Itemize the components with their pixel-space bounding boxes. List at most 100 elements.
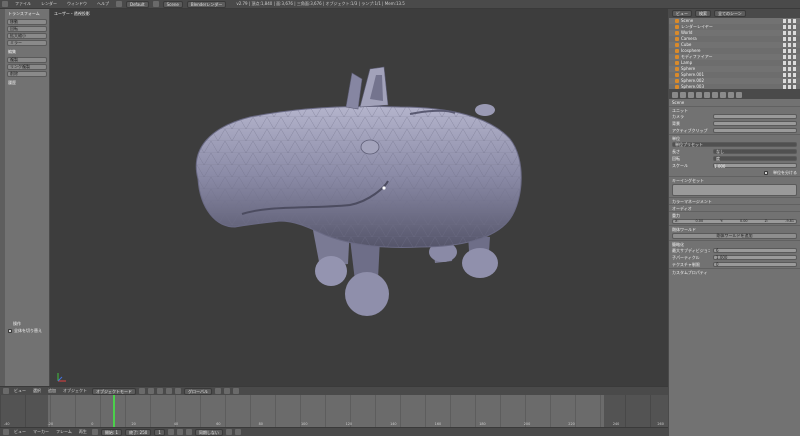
menu-add[interactable]: 追加 (46, 388, 58, 394)
simplify-section[interactable]: 簡略化 (669, 240, 800, 247)
color-management-section[interactable]: カラーマネージメント (669, 197, 800, 204)
visibility-toggles-icon[interactable] (783, 61, 797, 65)
visibility-toggles-icon[interactable] (783, 37, 797, 41)
jump-start-icon[interactable] (167, 429, 174, 435)
modifier-tab-icon[interactable] (712, 91, 718, 98)
translate-button[interactable]: 移動 (7, 19, 47, 25)
mirror-button[interactable]: ミラー (7, 40, 47, 46)
translate-gizmo-icon[interactable] (166, 388, 172, 394)
toggle-all-option[interactable]: 全体を切り替え (5, 328, 50, 334)
object-tab-icon[interactable] (704, 91, 710, 98)
separate-units-row[interactable]: 単位を分ける (669, 169, 800, 176)
jump-end-icon[interactable] (185, 429, 192, 435)
texture-tab-icon[interactable] (728, 91, 734, 98)
render-icon[interactable] (232, 388, 239, 394)
3d-viewport[interactable]: ユーザー・透視投影 (50, 9, 668, 386)
menu-view[interactable]: ビュー (12, 388, 28, 394)
panel-edit-heading[interactable]: 編集 (0, 47, 49, 56)
manipulator-icon[interactable] (157, 388, 163, 394)
operator-panel-heading[interactable]: 操作 (5, 319, 50, 328)
visibility-toggles-icon[interactable] (783, 67, 797, 71)
panel-transform-heading[interactable]: トランスフォーム (0, 9, 49, 18)
unit-preset-select[interactable]: 単位プリセット (672, 142, 797, 147)
outliner-menu-view[interactable]: ビュー (672, 10, 692, 17)
outliner-menu-search[interactable]: 検索 (695, 10, 711, 17)
world-tab-icon[interactable] (696, 91, 702, 98)
visibility-toggles-icon[interactable] (783, 73, 797, 77)
menu-window[interactable]: ウィンドウ (64, 1, 90, 7)
interaction-mode-select[interactable]: オブジェクトモード (92, 387, 136, 395)
rigid-world-section[interactable]: 剛体ワールド (669, 225, 800, 232)
layer-icon[interactable] (214, 388, 221, 394)
scene-tab-icon[interactable] (688, 91, 694, 98)
blender-logo-icon[interactable] (2, 1, 8, 7)
rotate-button[interactable]: 回転 (7, 26, 47, 32)
preview-range-icon[interactable] (91, 429, 98, 435)
units-section[interactable]: ユニット (669, 106, 800, 113)
timeline-menu-frame[interactable]: フレーム (54, 429, 74, 435)
shading-icon[interactable] (139, 388, 145, 394)
visibility-toggles-icon[interactable] (783, 19, 797, 23)
timeline-menu-playback[interactable]: 再生 (77, 429, 89, 435)
play-icon[interactable] (176, 429, 183, 435)
texture-limit-field[interactable]: 0 (713, 262, 797, 267)
units2-section[interactable]: 単位 (669, 134, 800, 141)
scale-field[interactable]: 1.000 (713, 163, 797, 169)
rotate-gizmo-icon[interactable] (175, 388, 181, 394)
menu-help[interactable]: ヘルプ (94, 1, 112, 7)
delete-button[interactable]: 削除 (7, 71, 47, 77)
menu-file[interactable]: ファイル (12, 1, 34, 7)
timeline-menu-view[interactable]: ビュー (12, 429, 28, 435)
audio-section[interactable]: オーディオ (669, 204, 800, 211)
3d-cursor[interactable] (382, 186, 386, 190)
duplicate-button[interactable]: 複製 (7, 57, 47, 63)
add-rigid-world-button[interactable]: 剛体ワールドを追加 (672, 233, 797, 239)
visibility-toggles-icon[interactable] (783, 25, 797, 29)
end-frame-field[interactable]: 終了: 250 (125, 428, 152, 436)
menu-render[interactable]: レンダー (38, 1, 60, 7)
keying-set-section[interactable]: キーイングセット (669, 176, 800, 183)
scale-button[interactable]: 拡大縮小 (7, 33, 47, 39)
length-select[interactable]: なし (713, 149, 797, 154)
keying-set-icon[interactable] (234, 429, 241, 435)
link-duplicate-button[interactable]: リンク複製 (7, 64, 47, 70)
keying-set-listbox[interactable] (672, 184, 797, 196)
screen-layout-icon[interactable] (116, 1, 122, 7)
menu-select[interactable]: 選択 (31, 388, 43, 394)
background-field[interactable] (713, 121, 797, 126)
menu-object[interactable]: オブジェクト (61, 388, 89, 394)
physics-tab-icon[interactable] (736, 91, 742, 98)
timeline-editor-icon[interactable] (3, 429, 9, 435)
outliner-display-select[interactable]: 全てのシーン (714, 10, 746, 17)
visibility-toggles-icon[interactable] (783, 49, 797, 53)
scene-select[interactable]: Scene (162, 0, 183, 8)
gravity-vector-field[interactable]: X: 0.00 Y: 0.00 Z: -9.81 (672, 219, 797, 224)
hippo-model[interactable] (50, 9, 668, 386)
custom-properties-section[interactable]: カスタムプロパティ (669, 268, 800, 275)
child-particles-field[interactable]: 1.000 (713, 255, 797, 260)
visibility-toggles-icon[interactable] (783, 43, 797, 47)
screen-layout-select[interactable]: Default (126, 0, 149, 8)
camera-field[interactable] (713, 114, 797, 119)
gravity-section[interactable]: 重力 (669, 211, 800, 218)
scene-icon[interactable] (152, 1, 159, 7)
material-tab-icon[interactable] (720, 91, 726, 98)
sync-mode-select[interactable]: 同期しない (194, 428, 223, 436)
visibility-toggles-icon[interactable] (783, 31, 797, 35)
panel-history-heading[interactable]: 履歴 (0, 78, 49, 87)
timeline[interactable]: -40 -20 0 20 40 60 80 100 120 140 160 180 200 220 240 2… (0, 395, 668, 427)
active-clip-field[interactable] (713, 128, 797, 133)
rotation-select[interactable]: 度 (713, 156, 797, 161)
pivot-icon[interactable] (148, 388, 154, 394)
render-layer-tab-icon[interactable] (680, 91, 686, 98)
timeline-menu-marker[interactable]: マーカー (31, 429, 51, 435)
start-frame-field[interactable]: 開始: 1 (100, 428, 123, 436)
editor-type-icon[interactable] (3, 388, 9, 394)
snap-icon[interactable] (223, 388, 230, 394)
max-subdivision-field[interactable]: 6 (713, 248, 797, 253)
checkbox-icon[interactable] (8, 329, 12, 333)
transform-orientation-select[interactable]: グローバル (184, 387, 212, 395)
visibility-toggles-icon[interactable] (783, 55, 797, 59)
render-tab-icon[interactable] (672, 91, 678, 98)
record-icon[interactable] (225, 429, 232, 435)
